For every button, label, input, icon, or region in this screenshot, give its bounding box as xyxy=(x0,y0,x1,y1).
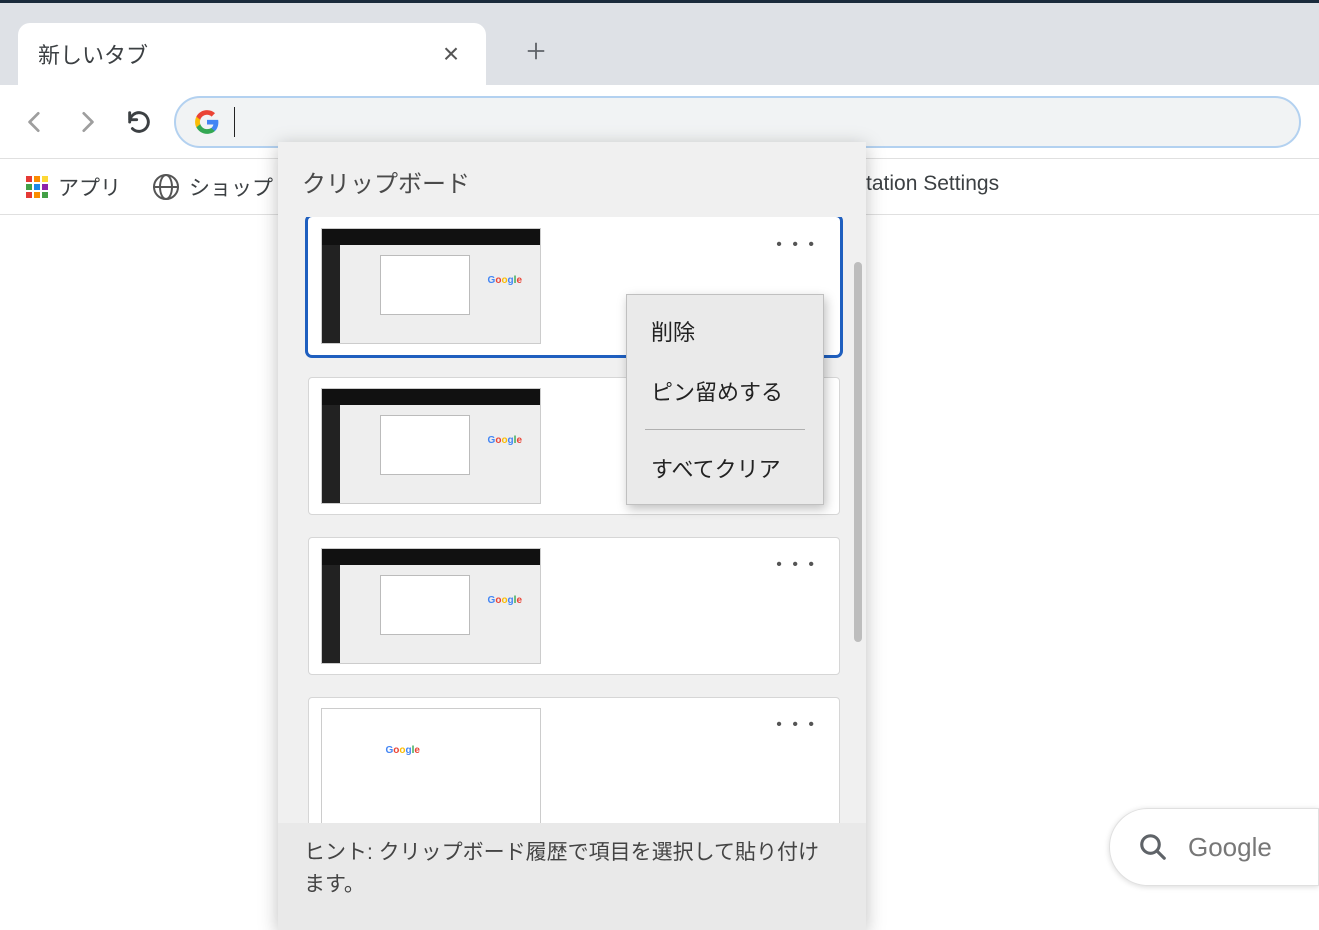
tab-strip: 新しいタブ × xyxy=(0,3,1319,85)
menu-clear-all[interactable]: すべてクリア xyxy=(627,438,823,498)
arrow-left-icon xyxy=(22,109,48,135)
apps-icon xyxy=(26,176,48,198)
bookmark-shop-label: ショップ xyxy=(189,172,273,202)
search-icon xyxy=(1138,832,1168,862)
back-button[interactable] xyxy=(18,105,52,139)
reload-button[interactable] xyxy=(122,105,156,139)
google-icon xyxy=(194,109,220,135)
text-cursor xyxy=(234,107,235,137)
clipboard-thumbnail: Google xyxy=(321,708,541,823)
more-icon[interactable]: • • • xyxy=(776,716,817,734)
forward-button[interactable] xyxy=(70,105,104,139)
address-bar[interactable] xyxy=(174,96,1301,148)
clipboard-title: クリップボード xyxy=(278,142,866,217)
search-pill[interactable]: Google xyxy=(1109,808,1319,886)
apps-shortcut[interactable]: アプリ xyxy=(26,172,121,202)
clipboard-panel: クリップボード Google • • • Google • • • Google… xyxy=(278,142,866,930)
apps-label: アプリ xyxy=(58,172,121,202)
clipboard-thumbnail: Google xyxy=(321,388,541,504)
arrow-right-icon xyxy=(74,109,100,135)
menu-separator xyxy=(645,429,805,430)
scrollbar-thumb[interactable] xyxy=(854,262,862,642)
more-icon[interactable]: • • • xyxy=(776,236,817,254)
address-input[interactable] xyxy=(249,109,1281,135)
clipboard-hint: ヒント: クリップボード履歴で項目を選択して貼り付けます。 xyxy=(278,823,866,930)
clipboard-item[interactable]: Google • • • xyxy=(308,537,840,675)
new-tab-button[interactable] xyxy=(514,29,558,73)
menu-pin[interactable]: ピン留めする xyxy=(627,361,823,421)
bookmark-partial-right[interactable]: tation Settings xyxy=(866,172,999,196)
globe-icon xyxy=(153,174,179,200)
menu-delete[interactable]: 削除 xyxy=(627,301,823,361)
reload-icon xyxy=(125,108,153,136)
scrollbar[interactable] xyxy=(854,262,862,762)
browser-tab[interactable]: 新しいタブ × xyxy=(18,23,486,85)
tab-title: 新しいタブ xyxy=(38,38,436,70)
close-icon[interactable]: × xyxy=(436,38,466,70)
context-menu: 削除 ピン留めする すべてクリア xyxy=(626,294,824,505)
clipboard-item[interactable]: Google • • • xyxy=(308,697,840,823)
more-icon[interactable]: • • • xyxy=(776,556,817,574)
clipboard-thumbnail: Google xyxy=(321,228,541,344)
search-placeholder: Google xyxy=(1188,832,1272,863)
clipboard-thumbnail: Google xyxy=(321,548,541,664)
bookmark-shop[interactable]: ショップ xyxy=(153,172,273,202)
plus-icon xyxy=(525,40,547,62)
